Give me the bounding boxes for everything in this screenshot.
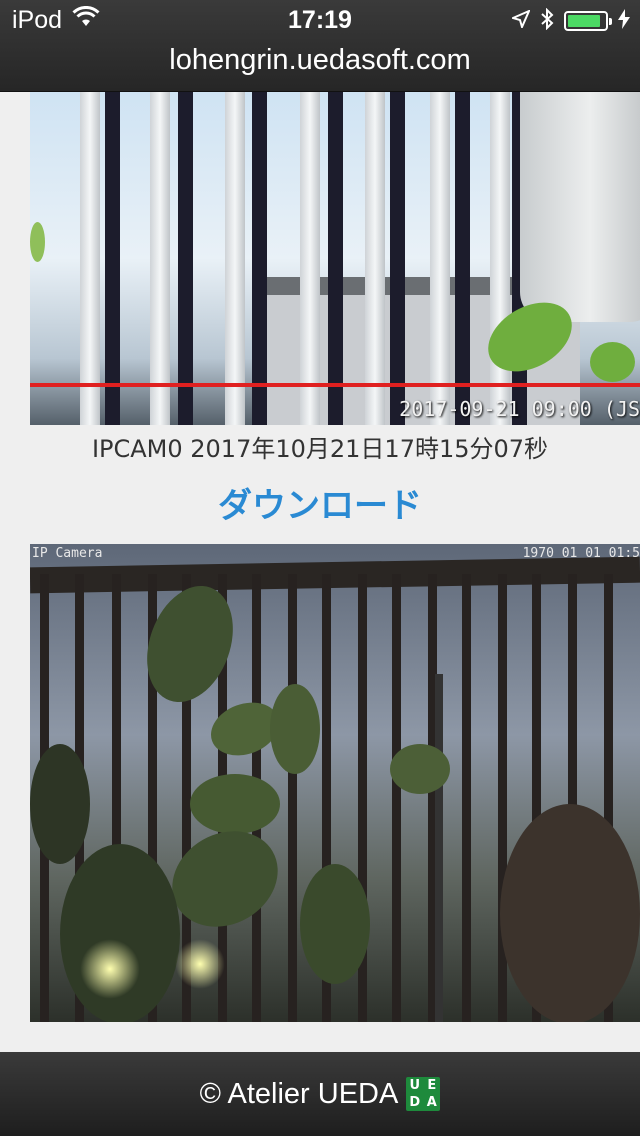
leaf (590, 342, 635, 382)
leaf (270, 684, 320, 774)
leaf (500, 804, 640, 1022)
leaf (390, 744, 450, 794)
camera-timestamp: 1970 01 01 01:5 (522, 546, 640, 561)
plant-pot (520, 92, 640, 322)
fence-bar (328, 92, 343, 425)
fence-bar (455, 92, 470, 425)
fence-bar (392, 574, 401, 1022)
fence-bar (288, 574, 297, 1022)
camera-snapshot-image[interactable]: 2017-09-21 09:00 (JS (30, 92, 640, 425)
leaf (190, 774, 280, 834)
light-glow (80, 939, 140, 999)
copyright-text: © Atelier UEDA (199, 1077, 399, 1110)
leaf (300, 864, 370, 984)
battery-level-fill (568, 15, 600, 27)
page-content: 2017-09-21 09:00 (JS IPCAM0 2017年10月21日1… (0, 92, 640, 1052)
status-bar: iPod 17:19 (0, 0, 640, 40)
charging-icon (618, 9, 630, 33)
fence-post (150, 92, 170, 425)
fence-bar (105, 92, 120, 425)
fence-bar (252, 92, 267, 425)
fence-post (80, 92, 100, 425)
camera-label: IP Camera (32, 546, 103, 561)
location-arrow-icon (510, 9, 531, 32)
address-bar-url[interactable]: lohengrin.uedasoft.com (0, 44, 640, 77)
fence-bar (390, 92, 405, 425)
logo-letter: D (409, 1095, 421, 1110)
camera-snapshot-image[interactable]: IP Camera 1970 01 01 01:5 (30, 544, 640, 1022)
image-timestamp: 2017-09-21 09:00 (JS (399, 397, 640, 421)
browser-chrome: iPod 17:19 lohengrin.uedasoft.com (0, 0, 640, 92)
fence-rail (30, 556, 640, 594)
fence-post (490, 92, 510, 425)
battery-icon (564, 11, 612, 31)
leaf (30, 744, 90, 864)
logo-letter: U (409, 1078, 421, 1093)
fence-post (225, 92, 245, 425)
ueda-logo-icon[interactable]: U E D A (406, 1077, 441, 1111)
leaf (30, 222, 45, 262)
fence-post (365, 92, 385, 425)
light-glow (175, 939, 225, 989)
fence-bar (462, 574, 471, 1022)
logo-letter: A (426, 1095, 437, 1110)
bluetooth-icon (540, 7, 554, 34)
logo-letter: E (427, 1078, 437, 1093)
red-line (30, 383, 640, 387)
fence-bar (178, 92, 193, 425)
fence-post (300, 92, 320, 425)
snapshot-caption: IPCAM0 2017年10月21日17時15分07秒 (91, 435, 549, 463)
utility-pole (435, 674, 443, 1022)
download-link[interactable]: ダウンロード (0, 478, 640, 527)
fence-post (430, 92, 450, 425)
footer: © Atelier UEDA U E D A (0, 1052, 640, 1136)
